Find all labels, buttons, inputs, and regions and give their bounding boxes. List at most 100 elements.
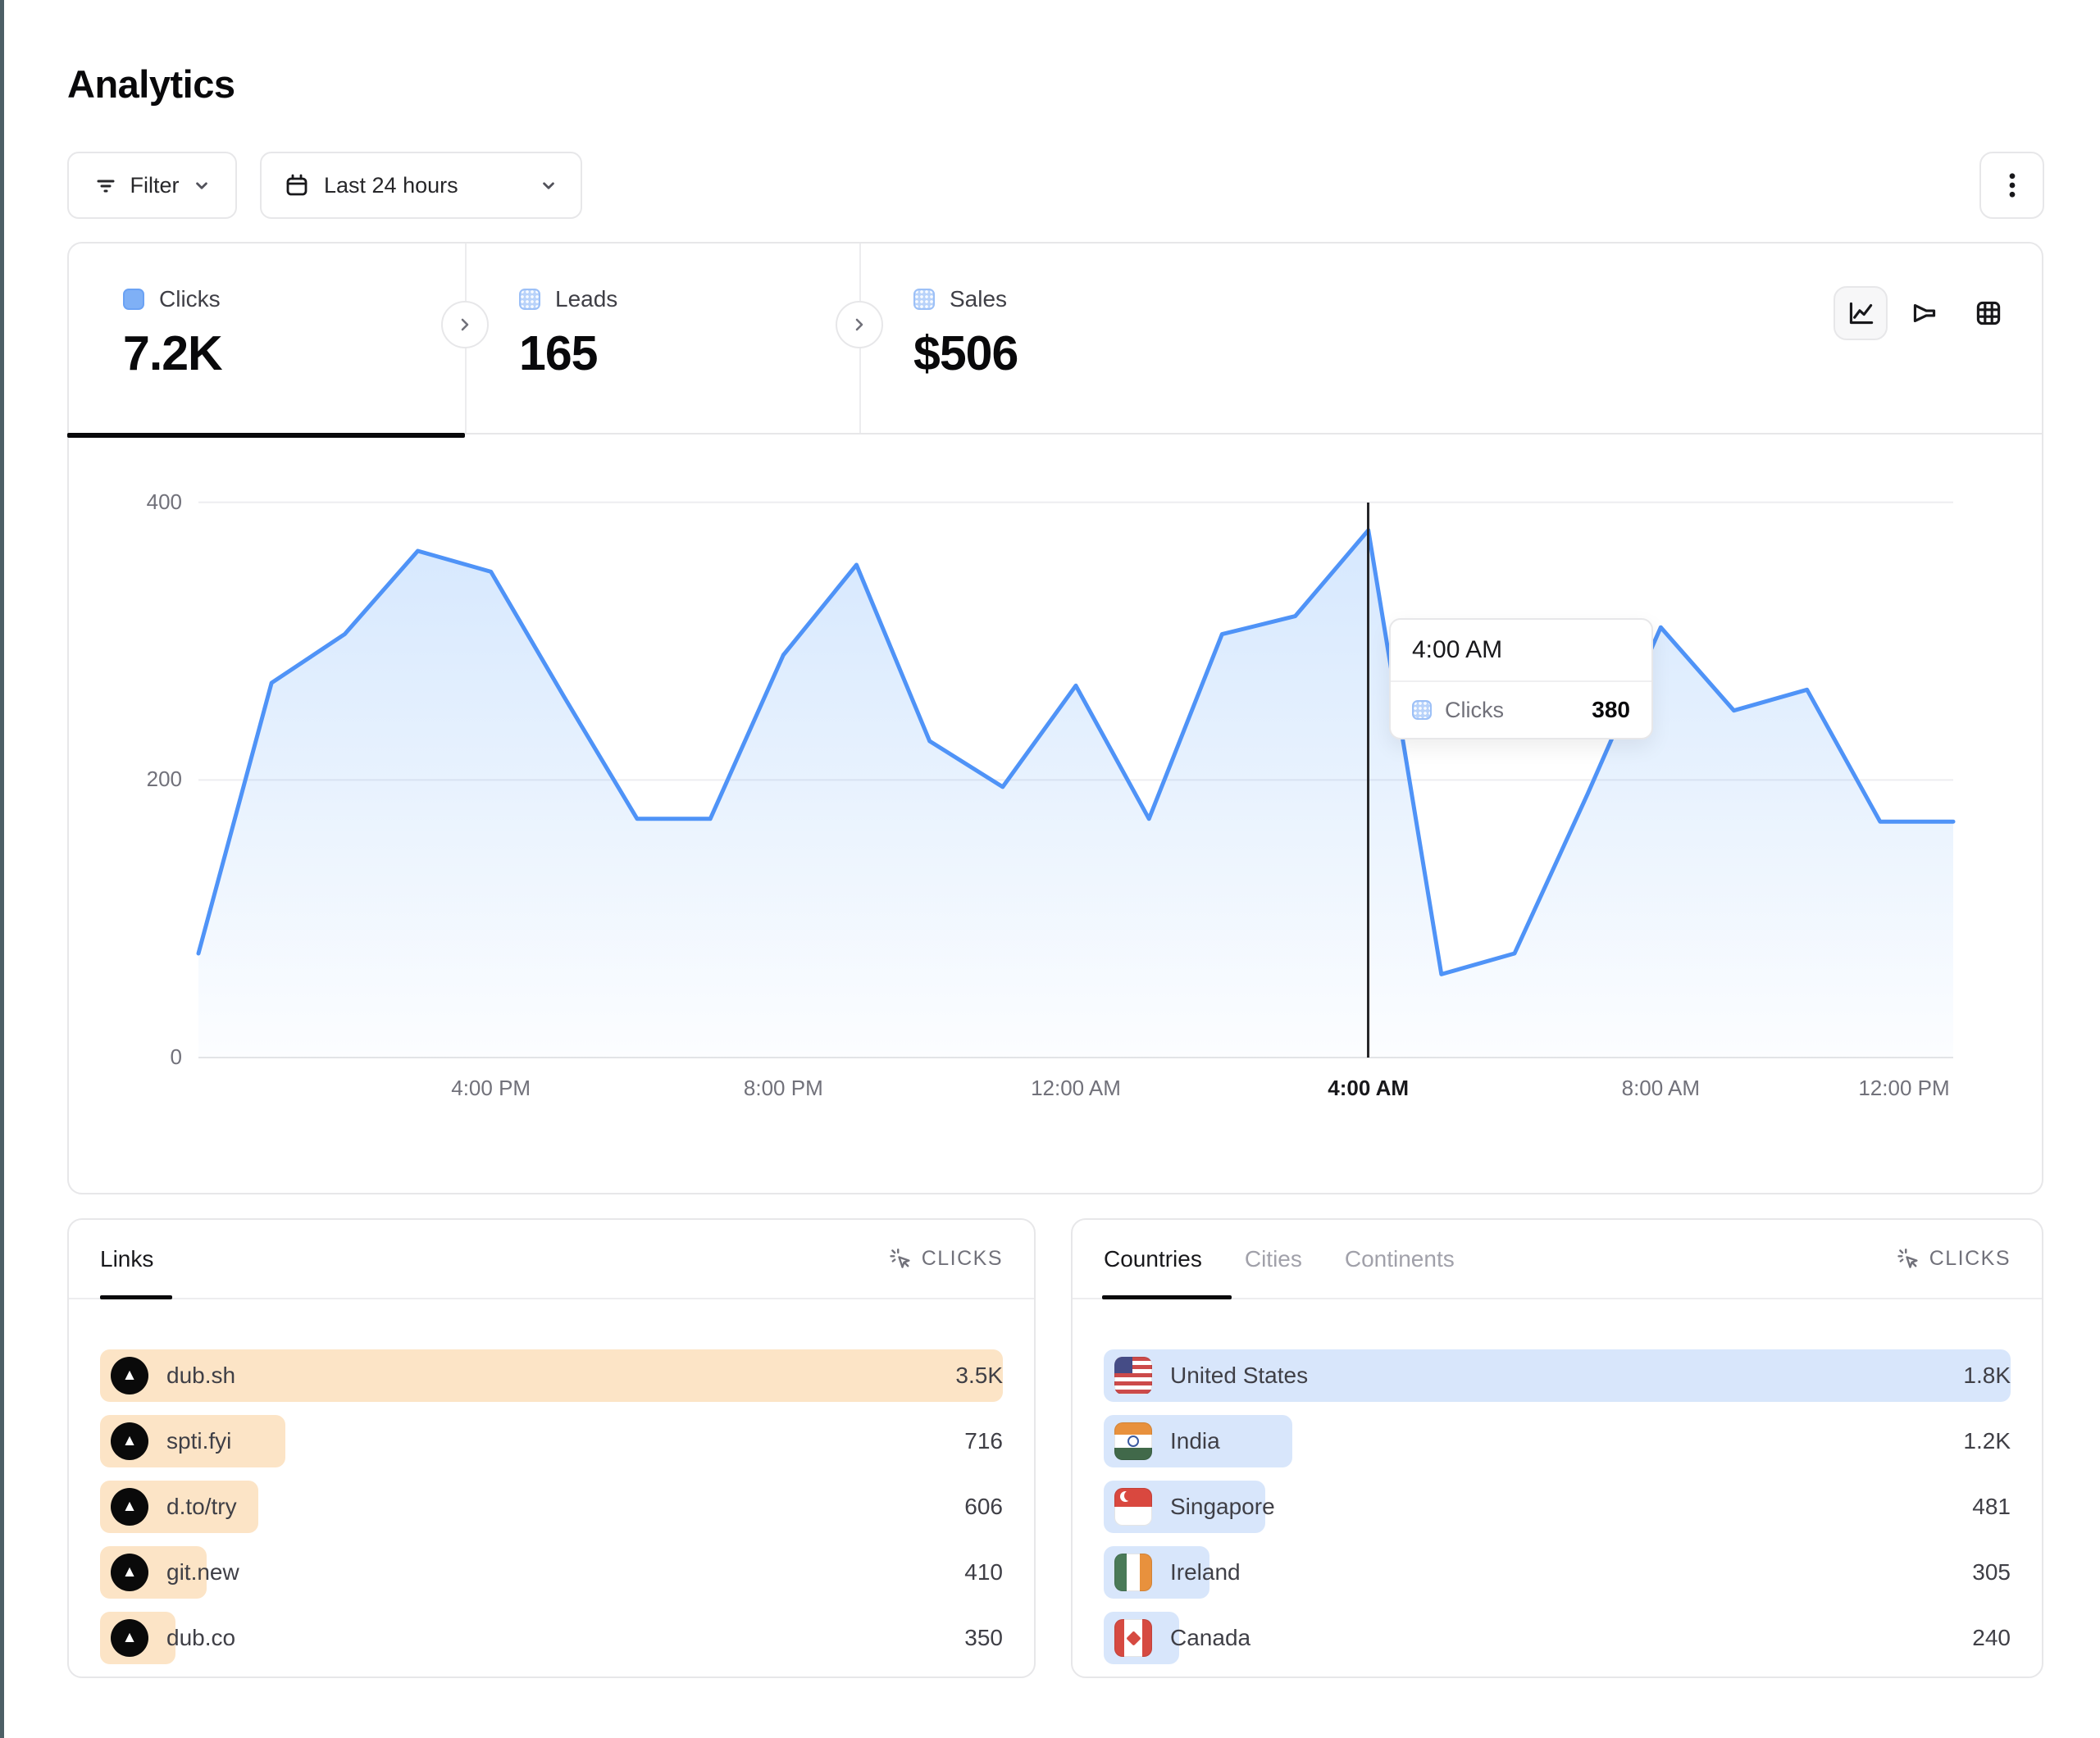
stat-tab-clicks[interactable]: Clicks 7.2K [69,243,465,434]
row-value: 1.8K [1963,1349,2011,1402]
row-label: Singapore [1170,1494,1275,1520]
table-row[interactable]: United States 1.8K [1104,1349,2011,1402]
tooltip-value: 380 [1592,697,1630,723]
chevron-down-icon [538,175,559,196]
metric-label: CLICKS [1929,1247,2011,1271]
stat-value: 165 [519,325,859,381]
sales-swatch-icon [913,289,935,310]
links-panel-header: Links CLICKS [69,1220,1034,1299]
tooltip-time: 4:00 AM [1391,620,1651,682]
expand-sales-button[interactable] [836,301,883,348]
row-value: 350 [964,1612,1003,1664]
links-metric-toggle[interactable]: CLICKS [889,1247,1003,1272]
stat-label: Leads [555,286,617,312]
area-fill [198,530,1953,1058]
line-chart-view-button[interactable] [1834,286,1888,340]
chart-tooltip: 4:00 AM Clicks 380 [1389,618,1653,739]
row-label: git.new [166,1559,239,1586]
more-options-button[interactable] [1979,152,2044,219]
clicks-swatch-icon [123,289,144,310]
metric-label: CLICKS [922,1247,1003,1271]
row-label: d.to/try [166,1494,237,1520]
links-panel: Links CLICKS ▲ dub.sh 3.5K ▲ spti.fyi 716 ▲ d.t… [67,1218,1036,1678]
dub-logo-icon: ▲ [111,1357,148,1394]
tab-links[interactable]: Links [100,1246,153,1272]
tab-continents[interactable]: Continents [1345,1246,1455,1272]
tab-cities[interactable]: Cities [1245,1246,1302,1272]
filter-icon [93,172,119,198]
row-bar [100,1349,1003,1402]
row-label: spti.fyi [166,1428,231,1454]
active-stat-indicator [67,433,465,438]
countries-panel: Countries Cities Continents CLICKS Unite… [1071,1218,2043,1678]
table-row[interactable]: ▲spti.fyi716 [100,1415,1003,1467]
funnel-view-button[interactable] [1897,286,1952,340]
row-label: dub.sh [166,1363,235,1389]
x-axis: 4:00 PM8:00 PM12:00 AM4:00 AM8:00 AM12:0… [198,1076,1953,1108]
flag-icon-in [1114,1422,1152,1460]
y-axis-label: 0 [92,1044,182,1070]
stat-value: $506 [913,325,1351,381]
filter-button[interactable]: Filter [67,152,237,219]
cursor-click-icon [889,1247,913,1272]
stats-header: Clicks 7.2K Leads 165 Sales $506 [69,243,2042,434]
x-axis-label: 8:00 PM [744,1076,823,1101]
expand-leads-button[interactable] [441,301,489,348]
countries-metric-toggle[interactable]: CLICKS [1897,1247,2011,1272]
row-value: 410 [964,1546,1003,1599]
table-row[interactable]: Canada 240 [1104,1612,2011,1664]
row-label: Canada [1170,1625,1250,1651]
table-row[interactable]: India 1.2K [1104,1415,2011,1467]
left-edge-strip [0,0,4,1738]
line-chart-icon [1843,296,1878,330]
x-axis-label: 4:00 AM [1328,1076,1409,1101]
row-label: India [1170,1428,1220,1454]
row-value: 606 [964,1481,1003,1533]
dub-logo-icon: ▲ [111,1488,148,1526]
tab-countries[interactable]: Countries [1104,1246,1202,1272]
tooltip-series-label: Clicks [1445,698,1504,723]
table-row[interactable]: ▲dub.co350 [100,1612,1003,1664]
hover-crosshair [1367,503,1369,1058]
y-axis-label: 200 [92,767,182,792]
table-row[interactable]: Ireland305 [1104,1546,2011,1599]
clicks-timeseries-chart[interactable]: 4:00 AM Clicks 380 [198,461,1953,1058]
table-row[interactable]: ▲ dub.sh 3.5K [100,1349,1003,1402]
stat-label: Sales [950,286,1007,312]
y-axis-label: 400 [92,489,182,515]
date-range-label: Last 24 hours [324,173,458,198]
cursor-click-icon [1897,1247,1921,1272]
row-value: 481 [1972,1481,2011,1533]
chart-type-switcher [1834,286,2016,340]
x-axis-label: 12:00 AM [1031,1076,1121,1101]
chevron-down-icon [191,175,212,196]
clicks-swatch-icon [1412,700,1432,720]
table-row[interactable]: Singapore 481 [1104,1481,2011,1533]
funnel-icon [1907,296,1942,330]
table-row[interactable]: ▲ d.to/try 606 [100,1481,1003,1533]
countries-panel-header: Countries Cities Continents CLICKS [1073,1220,2042,1299]
date-range-button[interactable]: Last 24 hours [260,152,582,219]
dub-logo-icon: ▲ [111,1554,148,1591]
row-value: 240 [1972,1612,2011,1664]
stat-tab-leads[interactable]: Leads 165 [465,243,859,434]
row-value: 3.5K [955,1349,1003,1402]
kebab-menu-icon [2000,169,2025,202]
table-grid-icon [1971,296,2006,330]
table-row[interactable]: ▲ git.new 410 [100,1546,1003,1599]
chevron-right-icon [850,315,869,334]
stat-value: 7.2K [123,325,465,381]
analytics-page: Analytics Filter Last 24 hours [0,0,2100,1738]
row-value: 1.2K [1963,1415,2011,1467]
flag-icon-ca [1114,1619,1152,1657]
active-tab-indicator [100,1295,172,1299]
row-label: dub.co [166,1625,235,1651]
row-value: 716 [964,1415,1003,1467]
table-view-button[interactable] [1961,286,2016,340]
flag-icon-ie [1114,1554,1152,1591]
row-label: Ireland [1170,1559,1241,1586]
stat-label: Clicks [159,286,221,312]
stat-tab-sales[interactable]: Sales $506 [859,243,1351,434]
x-axis-label: 8:00 AM [1622,1076,1700,1101]
row-label: United States [1170,1363,1308,1389]
